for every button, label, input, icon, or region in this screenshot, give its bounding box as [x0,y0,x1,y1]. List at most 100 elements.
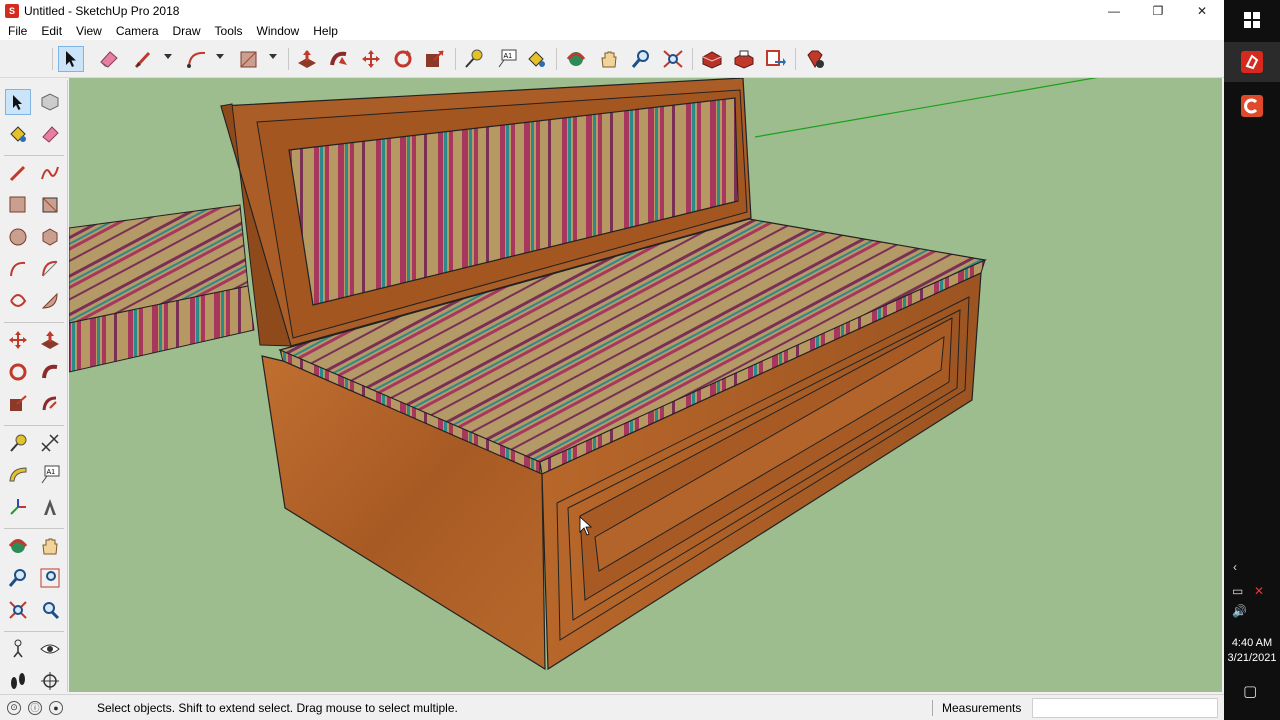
maximize-button[interactable]: ❐ [1136,0,1180,22]
status-hint: Select objects. Shift to extend select. … [97,701,458,715]
rectangle-tool-dropdown-icon[interactable] [269,54,277,59]
menu-camera[interactable]: Camera [109,24,166,38]
protractor-icon [9,467,27,482]
freehand-left-button[interactable] [37,160,63,186]
text-tool-button[interactable]: A1 [494,46,520,72]
polygon-left-button[interactable] [37,224,63,250]
push-pull-tool-button[interactable] [294,46,320,72]
menu-edit[interactable]: Edit [34,24,69,38]
protractor-left-button[interactable] [5,462,31,488]
line-left-button[interactable] [5,160,31,186]
tape-measure-tool-button[interactable] [461,46,487,72]
push-pull-left-button[interactable] [37,327,63,353]
select-tool-left-button[interactable] [5,89,31,115]
3d-text-icon [44,499,56,515]
line-tool-dropdown-icon[interactable] [164,54,172,59]
menu-window[interactable]: Window [250,24,307,38]
send-to-layout-button[interactable] [763,46,789,72]
rectangle-tool-button[interactable] [236,46,262,72]
sketchup-taskbar-icon[interactable] [1224,42,1280,82]
network-disconnected-icon[interactable]: ✕ [1254,584,1264,598]
text-left-button[interactable]: A1 [37,462,63,488]
menu-view[interactable]: View [69,24,109,38]
scale-tool-button[interactable] [422,46,448,72]
zoom-tool-button[interactable] [628,46,654,72]
taskbar-clock[interactable]: 4:40 AM 3/21/2021 [1224,636,1280,666]
move-tool-button[interactable] [358,46,384,72]
select-icon [66,51,76,67]
two-point-arc-left-button[interactable] [37,256,63,282]
pie-icon [41,292,58,309]
send-to-layout-icon [766,50,786,66]
follow-me-tool-button[interactable] [326,46,352,72]
make-component-button[interactable] [37,89,63,115]
menu-help[interactable]: Help [306,24,345,38]
extension-warehouse-button[interactable] [731,46,757,72]
axes-left-button[interactable] [5,494,31,520]
orbit-left-button[interactable] [5,533,31,559]
follow-me-left-button[interactable] [37,359,63,385]
offset-left-button[interactable] [37,391,63,417]
credits-icon[interactable]: ⓘ [28,700,42,715]
measurements-input[interactable] [1032,698,1218,718]
menu-draw[interactable]: Draw [166,24,208,38]
rotate-left-button[interactable] [5,359,31,385]
action-center-icon[interactable]: ▢ [1243,682,1257,700]
user-account-icon[interactable]: ● [49,700,63,715]
position-camera-left-button[interactable] [5,636,31,662]
battery-icon[interactable]: ▭ [1232,584,1243,598]
look-around-left-button[interactable] [37,636,63,662]
arc-tool-button[interactable] [184,46,210,72]
measurements-label: Measurements [942,701,1022,715]
pencil-icon [134,51,151,69]
select-tool-button[interactable] [58,46,84,72]
rotate-tool-button[interactable] [390,46,416,72]
camtasia-taskbar-icon[interactable] [1224,86,1280,126]
3d-warehouse-button[interactable] [699,46,725,72]
zoom-extents-tool-button[interactable] [660,46,686,72]
measurements-separator [932,700,933,716]
show-hidden-icons-chevron-icon[interactable]: ‹ [1233,560,1237,574]
eraser-icon [100,51,118,68]
geolocation-icon[interactable]: ⊙ [7,700,21,715]
zoom-window-left-button[interactable] [37,565,63,591]
move-icon [362,50,380,68]
left-toolbar-separator [4,322,64,323]
drawing-viewport[interactable] [69,78,1222,692]
orbit-tool-button[interactable] [563,46,589,72]
model-scene[interactable] [69,78,1222,692]
eraser-left-button[interactable] [37,121,63,147]
pan-left-button[interactable] [37,533,63,559]
section-plane-left-button[interactable] [37,668,63,694]
volume-icon[interactable]: 🔊 [1232,604,1247,618]
paint-bucket-left-button[interactable] [5,121,31,147]
zoom-extents-left-button[interactable] [5,597,31,623]
dimension-left-button[interactable] [37,430,63,456]
pie-left-button[interactable] [37,288,63,314]
previous-view-left-button[interactable] [37,597,63,623]
pan-tool-button[interactable] [596,46,622,72]
line-tool-button[interactable] [130,46,156,72]
three-point-arc-left-button[interactable] [5,288,31,314]
extension-manager-button[interactable] [802,46,828,72]
walk-left-button[interactable] [5,668,31,694]
circle-left-button[interactable] [5,224,31,250]
close-button[interactable]: ✕ [1180,0,1224,22]
menu-file[interactable]: File [0,24,34,38]
scale-left-button[interactable] [5,391,31,417]
rectangle-left-button[interactable] [5,192,31,218]
paint-bucket-tool-button[interactable] [523,46,549,72]
tape-measure-left-button[interactable] [5,430,31,456]
arc-tool-dropdown-icon[interactable] [216,54,224,59]
arc-left-button[interactable] [5,256,31,282]
3d-text-left-button[interactable] [37,494,63,520]
zoom-left-button[interactable] [5,565,31,591]
menu-tools[interactable]: Tools [208,24,250,38]
orbit-icon [8,539,28,553]
rotate-icon [9,363,27,381]
minimize-button[interactable]: — [1092,0,1136,22]
move-left-button[interactable] [5,327,31,353]
windows-start-icon[interactable] [1224,0,1280,40]
rotated-rectangle-left-button[interactable] [37,192,63,218]
eraser-tool-button[interactable] [96,46,122,72]
